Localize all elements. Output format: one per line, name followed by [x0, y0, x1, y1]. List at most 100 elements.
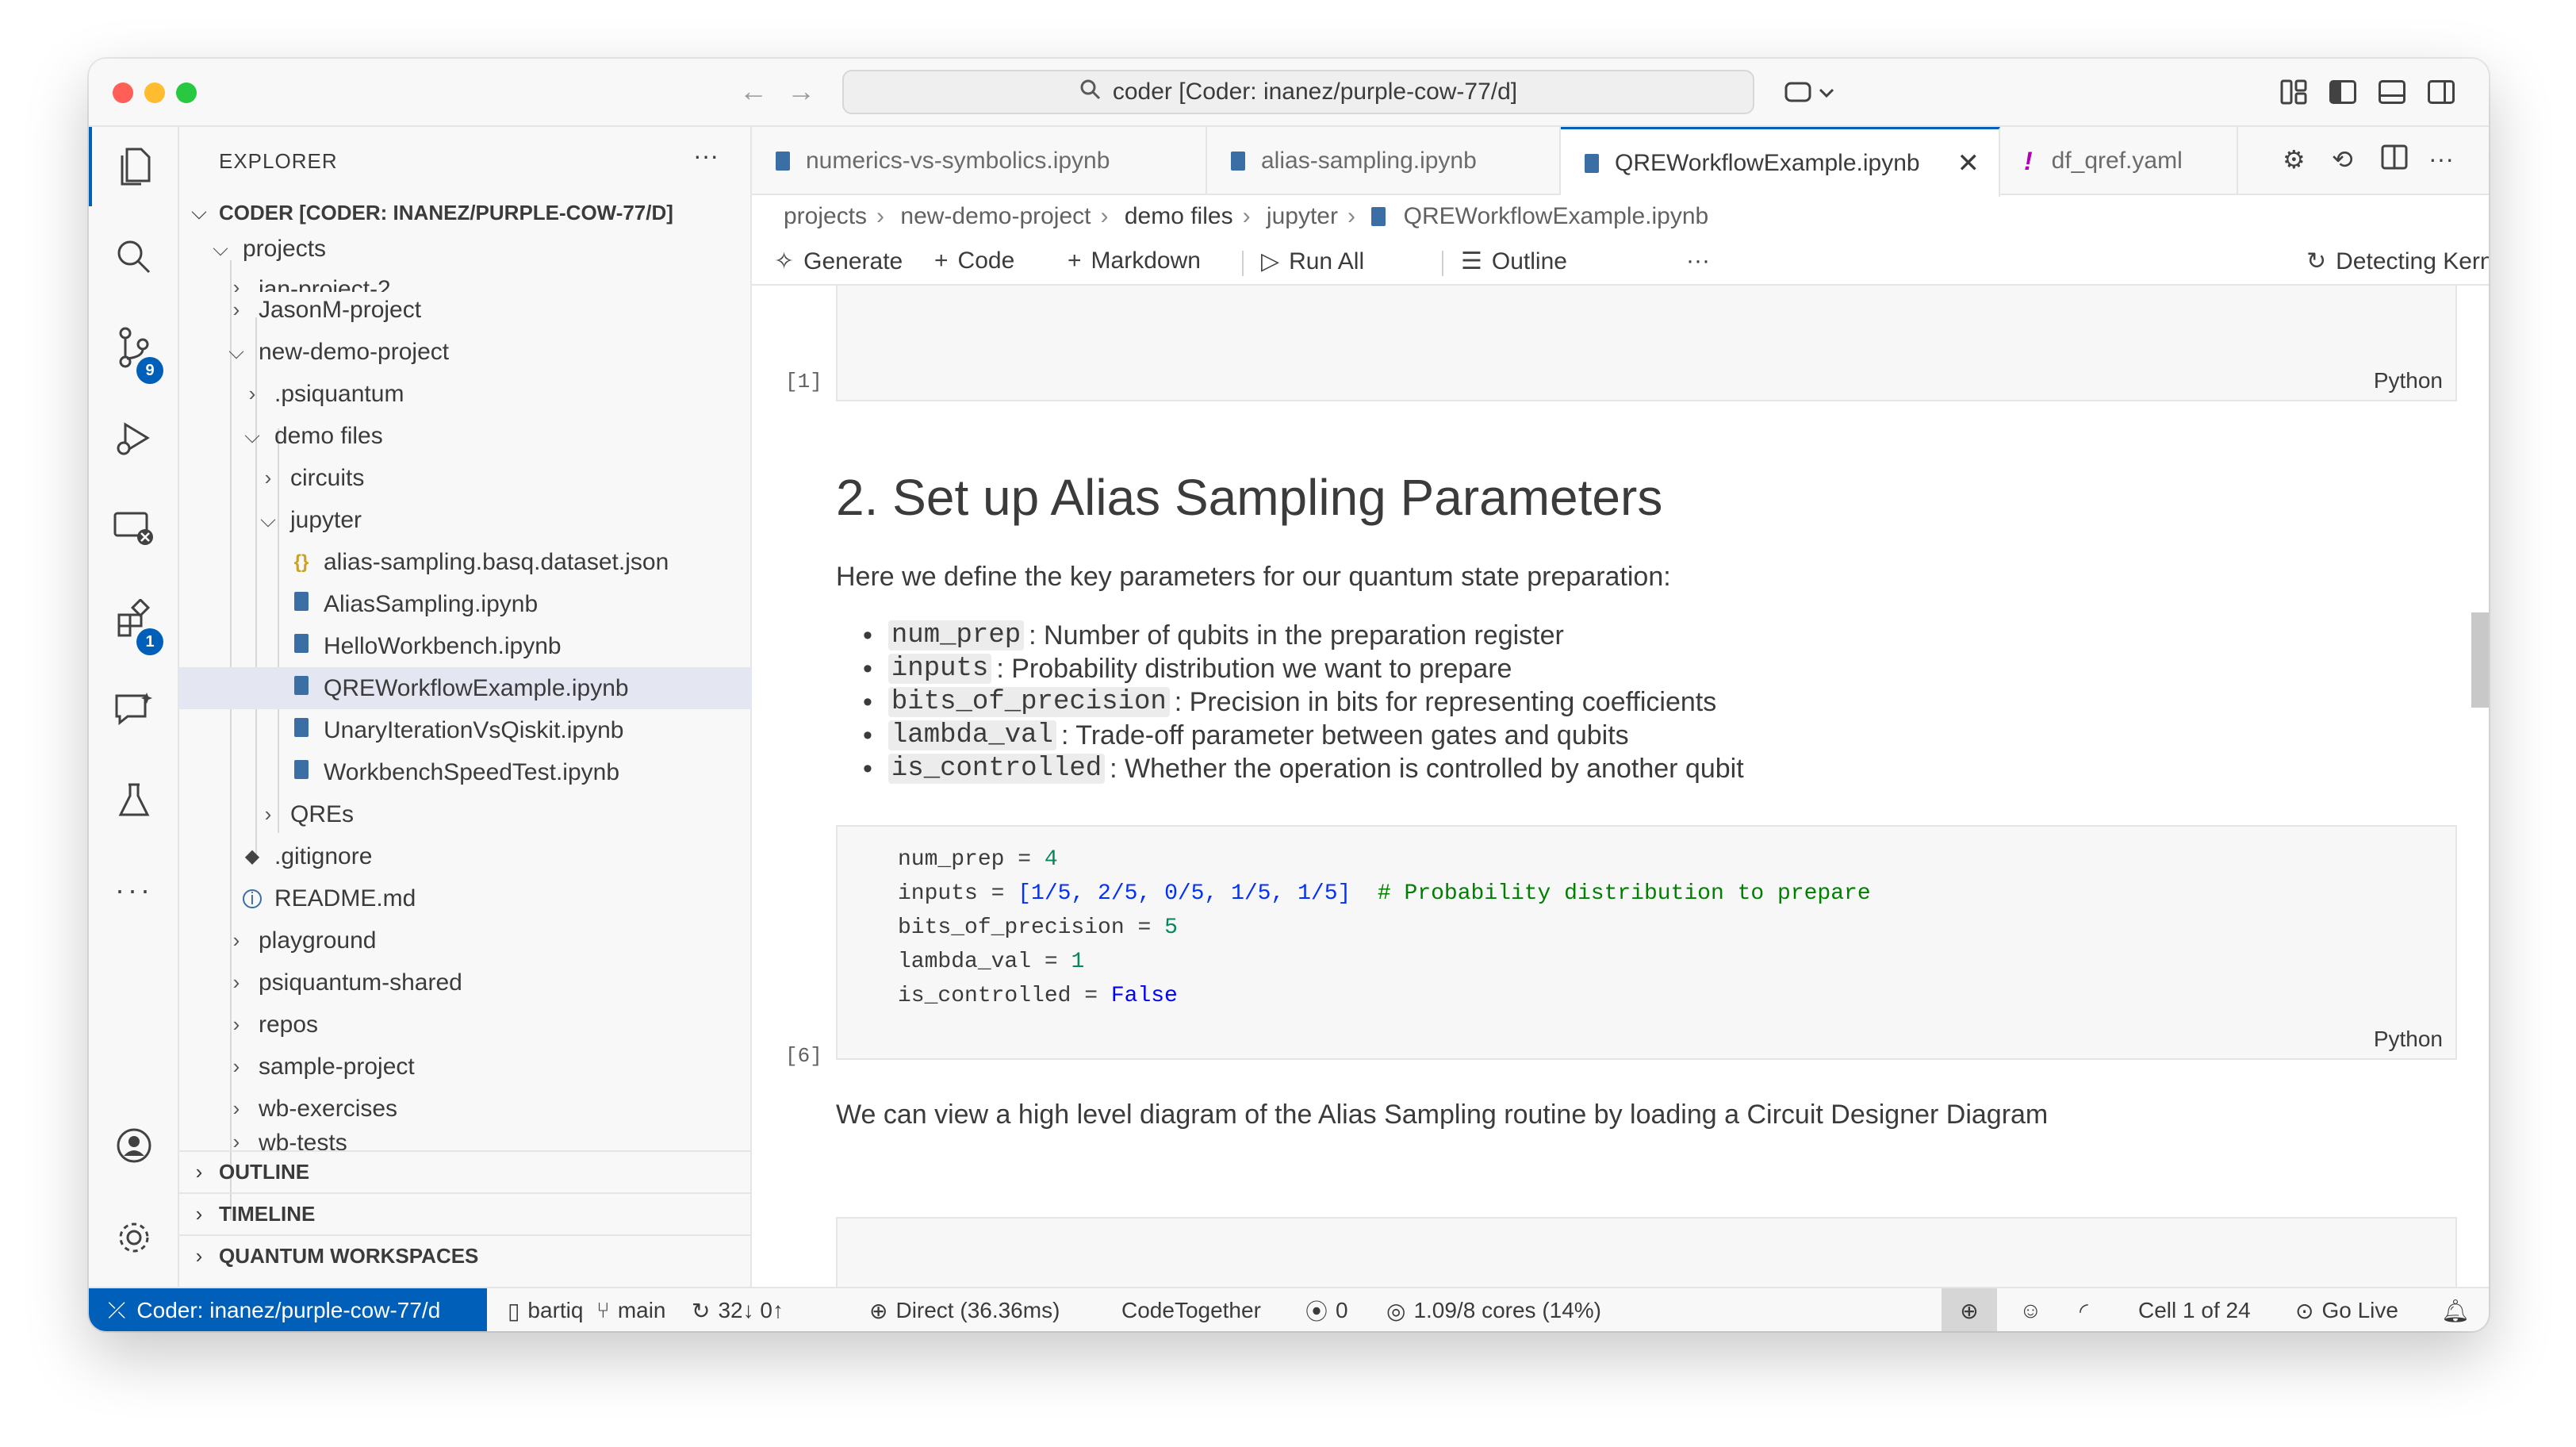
tree-item-file[interactable]: HelloWorkbench.ipynb — [179, 625, 752, 667]
tab-alias-sampling[interactable]: alias-sampling.ipynb — [1207, 127, 1561, 195]
status-user[interactable]: ▯ bartiq — [508, 1288, 583, 1331]
close-window-button[interactable] — [113, 83, 133, 103]
chevron-right-icon: › — [264, 466, 272, 489]
maximize-window-button[interactable] — [176, 83, 197, 103]
tree-item-file-selected[interactable]: QREWorkflowExample.ipynb — [179, 667, 752, 709]
accounts-icon[interactable] — [89, 1106, 179, 1185]
editor-more-icon[interactable]: ··· — [2428, 144, 2454, 174]
toolbar-more-button[interactable]: ··· — [1686, 248, 1710, 274]
code-editor[interactable]: num_prep = 4 inputs = [1/5, 2/5, 0/5, 1/… — [898, 847, 1871, 1018]
status-codetogether[interactable]: CodeTogether — [1121, 1288, 1261, 1331]
run-debug-icon[interactable] — [89, 398, 179, 478]
variables-icon[interactable]: ⚙ — [2283, 144, 2306, 175]
activity-bar: 9 1 ··· — [89, 127, 179, 1287]
zoom-icon[interactable]: ⊕ — [1942, 1288, 1997, 1331]
chevron-right-icon: › — [232, 1130, 240, 1150]
history-icon[interactable]: ⟲ — [2332, 144, 2353, 175]
status-cell[interactable]: Cell 1 of 24 — [2138, 1288, 2251, 1331]
tree-item-folder[interactable]: › JasonM-project — [179, 289, 752, 331]
source-control-icon[interactable]: 9 — [89, 308, 179, 387]
tree-item-file[interactable]: UnaryIterationVsQiskit.ipynb — [179, 709, 752, 751]
code-cell[interactable] — [836, 1217, 2457, 1287]
workspace-root-header[interactable]: ⌵ CODER [CODER: INANEZ/PURPLE-COW-77/D] — [179, 192, 752, 233]
cell-language-label[interactable]: Python — [2374, 368, 2443, 393]
settings-gear-icon[interactable] — [89, 1198, 179, 1277]
breadcrumb-item[interactable]: demo files — [1125, 203, 1233, 229]
forward-arrow-icon[interactable]: → — [787, 75, 815, 108]
tree-item-folder[interactable]: ⌵ jupyter — [179, 499, 752, 541]
toggle-secondary-sidebar-icon[interactable] — [2425, 75, 2457, 109]
status-connection[interactable]: ⊕ Direct (36.36ms) — [869, 1288, 1060, 1331]
tree-item-file[interactable]: ◆ .gitignore — [179, 835, 752, 877]
execution-count: [1] — [785, 370, 822, 393]
breadcrumb-item[interactable]: jupyter — [1267, 203, 1338, 229]
sync-icon: ↻ — [692, 1298, 711, 1323]
tree-item-file[interactable]: WorkbenchSpeedTest.ipynb — [179, 751, 752, 793]
toggle-primary-sidebar-icon[interactable] — [2327, 75, 2359, 109]
explorer-icon[interactable] — [89, 127, 179, 206]
tree-item-projects[interactable]: ⌵ projects — [179, 230, 752, 268]
outline-button[interactable]: ☰ Outline — [1461, 248, 1567, 275]
split-editor-icon[interactable] — [2381, 144, 2408, 176]
notebook-file-icon — [776, 152, 790, 171]
breadcrumb-item[interactable]: projects — [784, 203, 867, 229]
remote-explorer-icon[interactable] — [89, 489, 179, 568]
search-icon[interactable] — [89, 217, 179, 297]
tree-item-folder[interactable]: ⌵ new-demo-project — [179, 331, 752, 373]
tree-item-folder[interactable]: › .psiquantum — [179, 373, 752, 415]
tree-item-file[interactable]: {} alias-sampling.basq.dataset.json — [179, 541, 752, 583]
minimize-window-button[interactable] — [144, 83, 165, 103]
tree-item-folder[interactable]: › QREs — [179, 793, 752, 835]
tab-df-qref-yaml[interactable]: ! df_qref.yaml — [2000, 127, 2238, 195]
cell-language-label[interactable]: Python — [2374, 1027, 2443, 1052]
toggle-panel-icon[interactable] — [2376, 75, 2408, 109]
code-cell[interactable]: Python — [836, 286, 2457, 401]
status-sync[interactable]: ↻ 32↓ 0↑ — [692, 1288, 784, 1331]
vertical-scrollbar[interactable] — [2471, 612, 2489, 708]
kernel-picker[interactable]: ↻ Detecting Kernels — [2306, 248, 2489, 275]
list-item: lambda_val: Trade-off parameter between … — [863, 719, 1744, 752]
chevron-right-icon: › — [195, 1243, 203, 1268]
chat-icon[interactable] — [89, 670, 179, 749]
timeline-section-header[interactable]: › TIMELINE — [179, 1192, 752, 1234]
tree-item-folder[interactable]: ⌵ demo files — [179, 415, 752, 457]
go-live-button[interactable]: ⊙ Go Live — [2295, 1288, 2398, 1331]
explorer-more-icon[interactable]: ··· — [693, 141, 719, 171]
tree-item-folder[interactable]: › wb-exercises — [179, 1088, 752, 1130]
add-code-cell-button[interactable]: + Code — [934, 248, 1014, 274]
extensions-icon[interactable]: 1 — [89, 579, 179, 658]
more-views-icon[interactable]: ··· — [89, 850, 179, 930]
back-arrow-icon[interactable]: ← — [739, 75, 768, 108]
testing-flask-icon[interactable] — [89, 760, 179, 839]
tab-qre-workflow-example[interactable]: QREWorkflowExample.ipynb ✕ — [1561, 127, 2000, 197]
status-cores[interactable]: ◎ 1.09/8 cores (14%) — [1386, 1288, 1601, 1331]
notifications-bell-icon[interactable]: 🔔︎ — [2441, 1288, 2470, 1331]
tree-item-file[interactable]: i README.md — [179, 877, 752, 919]
tree-item-folder[interactable]: › psiquantum-shared — [179, 961, 752, 1004]
breadcrumb-item[interactable]: new-demo-project — [900, 203, 1091, 229]
generate-button[interactable]: ✧ Generate — [774, 248, 903, 275]
customize-layout-icon[interactable] — [2278, 75, 2310, 109]
search-icon — [1079, 79, 1102, 106]
code-cell[interactable]: num_prep = 4 inputs = [1/5, 2/5, 0/5, 1/… — [836, 825, 2457, 1060]
tree-item-folder[interactable]: › playground — [179, 919, 752, 961]
tree-item-folder[interactable]: › wb-tests — [179, 1130, 752, 1150]
tree-item-folder[interactable]: › circuits — [179, 457, 752, 499]
quantum-workspaces-section-header[interactable]: › QUANTUM WORKSPACES — [179, 1234, 752, 1276]
copilot-icon[interactable] — [1780, 75, 1843, 109]
chevron-right-icon: › — [195, 1201, 203, 1226]
tree-item-folder[interactable]: › repos — [179, 1004, 752, 1046]
close-tab-icon[interactable]: ✕ — [1957, 148, 1980, 179]
breadcrumb-item[interactable]: QREWorkflowExample.ipynb — [1404, 203, 1709, 229]
status-ports[interactable]: ⦿ 0 — [1305, 1288, 1348, 1331]
remote-indicator[interactable]: ⤫ Coder: inanez/purple-cow-77/d — [89, 1288, 487, 1331]
outline-section-header[interactable]: › OUTLINE — [179, 1150, 752, 1192]
run-all-button[interactable]: ▷ Run All — [1261, 248, 1364, 275]
status-branch[interactable]: ⑂ main — [596, 1288, 666, 1331]
copilot-status-icon[interactable]: ☺ — [2019, 1288, 2042, 1331]
tab-numerics-vs-symbolics[interactable]: numerics-vs-symbolics.ipynb — [752, 127, 1207, 195]
add-markdown-cell-button[interactable]: + Markdown — [1068, 248, 1201, 274]
tree-item-file[interactable]: AliasSampling.ipynb — [179, 583, 752, 625]
command-center[interactable]: coder [Coder: inanez/purple-cow-77/d] — [842, 70, 1754, 114]
tree-item-folder[interactable]: › sample-project — [179, 1046, 752, 1088]
